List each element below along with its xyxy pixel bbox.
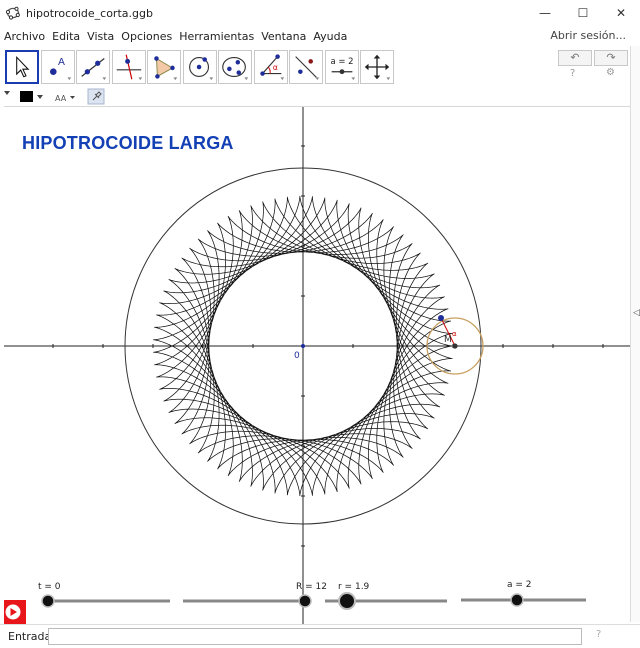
page-title: HIPOTROCOIDE LARGA bbox=[22, 133, 234, 153]
slider-r-small-knob[interactable] bbox=[338, 592, 356, 610]
side-panel-toggle[interactable]: ◁ bbox=[630, 46, 640, 622]
settings-icon[interactable]: ⚙ bbox=[606, 67, 615, 78]
menu-vista[interactable]: Vista bbox=[84, 30, 117, 43]
slider-t-knob[interactable] bbox=[41, 594, 55, 608]
input-help-icon[interactable]: ? bbox=[596, 629, 601, 640]
style-bar-toggle-icon[interactable] bbox=[4, 91, 10, 95]
menu-edita[interactable]: Edita bbox=[49, 30, 83, 43]
slider-t-label: t = 0 bbox=[38, 582, 61, 592]
slider-tool-label: a = 2 bbox=[330, 56, 353, 66]
slider-r-small-label: r = 1.9 bbox=[338, 582, 370, 592]
svg-text:A: A bbox=[58, 57, 65, 68]
angle-label: α bbox=[452, 330, 457, 338]
center-point-m[interactable] bbox=[452, 343, 458, 349]
move-view-tool-button[interactable] bbox=[360, 50, 394, 84]
menu-ayuda[interactable]: Ayuda bbox=[310, 30, 350, 43]
slider-t[interactable]: t = 0 bbox=[38, 582, 170, 608]
help-icon[interactable]: ? bbox=[570, 68, 575, 79]
slider-a-knob[interactable] bbox=[510, 593, 524, 607]
menu-opciones[interactable]: Opciones bbox=[118, 30, 175, 43]
menu-herramientas[interactable]: Herramientas bbox=[176, 30, 257, 43]
point-tool-button[interactable]: A bbox=[41, 50, 75, 84]
circle-icon bbox=[189, 57, 214, 81]
play-button[interactable] bbox=[4, 600, 26, 624]
close-button[interactable]: ✕ bbox=[602, 0, 640, 26]
chevron-left-icon: ◁ bbox=[633, 308, 640, 318]
slider-r-small[interactable]: r = 1.9 bbox=[325, 582, 447, 610]
tracing-point[interactable] bbox=[438, 315, 444, 321]
geogebra-icon bbox=[6, 6, 20, 20]
origin-point bbox=[301, 344, 305, 348]
slider-r-big-knob[interactable] bbox=[298, 594, 312, 608]
pointer-icon bbox=[16, 55, 30, 78]
color-swatch[interactable] bbox=[20, 91, 33, 102]
angle-tool-button[interactable]: α bbox=[254, 50, 288, 84]
title-bar: hipotrocoide_corta.ggb — ☐ ✕ bbox=[0, 0, 640, 26]
label-style-icon[interactable]: AA bbox=[55, 94, 67, 103]
login-link[interactable]: Abrir sesión... bbox=[550, 29, 626, 42]
point-icon: A bbox=[50, 57, 72, 81]
slider-a-label: a = 2 bbox=[507, 580, 532, 590]
graphics-canvas[interactable]: M α 0 t = 0 R = 12 r = 1.9 a = 2 bbox=[4, 107, 630, 624]
reflect-tool-button[interactable] bbox=[289, 50, 323, 84]
slider-icon: a = 2 bbox=[330, 56, 356, 81]
perpendicular-line-icon bbox=[116, 54, 143, 81]
label-dropdown-icon[interactable] bbox=[70, 96, 75, 99]
slider-r-big-label: R = 12 bbox=[296, 582, 327, 592]
axes bbox=[4, 107, 630, 624]
conic-tool-button[interactable] bbox=[218, 50, 252, 84]
input-bar: Entrada: ? bbox=[0, 624, 640, 648]
ellipse-icon bbox=[222, 57, 249, 81]
style-bar: AA bbox=[0, 88, 640, 106]
slider-a[interactable]: a = 2 bbox=[461, 580, 586, 607]
maximize-button[interactable]: ☐ bbox=[564, 0, 602, 26]
toolbar: A α a = 2 ↶ ↷ ? ⚙ bbox=[0, 48, 640, 88]
move-arrows-icon bbox=[364, 54, 391, 81]
slider-tool-button[interactable]: a = 2 bbox=[325, 50, 359, 84]
polygon-icon bbox=[154, 56, 178, 81]
color-dropdown-icon[interactable] bbox=[37, 95, 43, 99]
svg-text:α: α bbox=[273, 63, 278, 72]
graphics-view[interactable]: M α 0 t = 0 R = 12 r = 1.9 a = 2 HIPOTRO… bbox=[4, 106, 630, 624]
slider-r-big[interactable]: R = 12 bbox=[183, 582, 327, 608]
origin-label: 0 bbox=[294, 351, 300, 361]
minimize-button[interactable]: — bbox=[526, 0, 564, 26]
menu-archivo[interactable]: Archivo bbox=[1, 30, 48, 43]
redo-button[interactable]: ↷ bbox=[594, 50, 628, 66]
point-m-label: M bbox=[444, 335, 452, 345]
circle-tool-button[interactable] bbox=[183, 50, 217, 84]
angle-icon: α bbox=[260, 54, 285, 81]
window-title: hipotrocoide_corta.ggb bbox=[26, 6, 153, 20]
perpendicular-tool-button[interactable] bbox=[112, 50, 146, 84]
menu-ventana[interactable]: Ventana bbox=[258, 30, 309, 43]
style-bar-controls: AA bbox=[4, 88, 105, 105]
polygon-tool-button[interactable] bbox=[147, 50, 181, 84]
input-field[interactable] bbox=[48, 628, 582, 645]
undo-button[interactable]: ↶ bbox=[558, 50, 592, 66]
line-icon bbox=[81, 58, 107, 81]
line-tool-button[interactable] bbox=[76, 50, 110, 84]
menu-bar: Archivo Edita Vista Opciones Herramienta… bbox=[0, 26, 640, 46]
reflect-icon bbox=[295, 56, 320, 81]
move-tool-button[interactable] bbox=[5, 50, 39, 84]
